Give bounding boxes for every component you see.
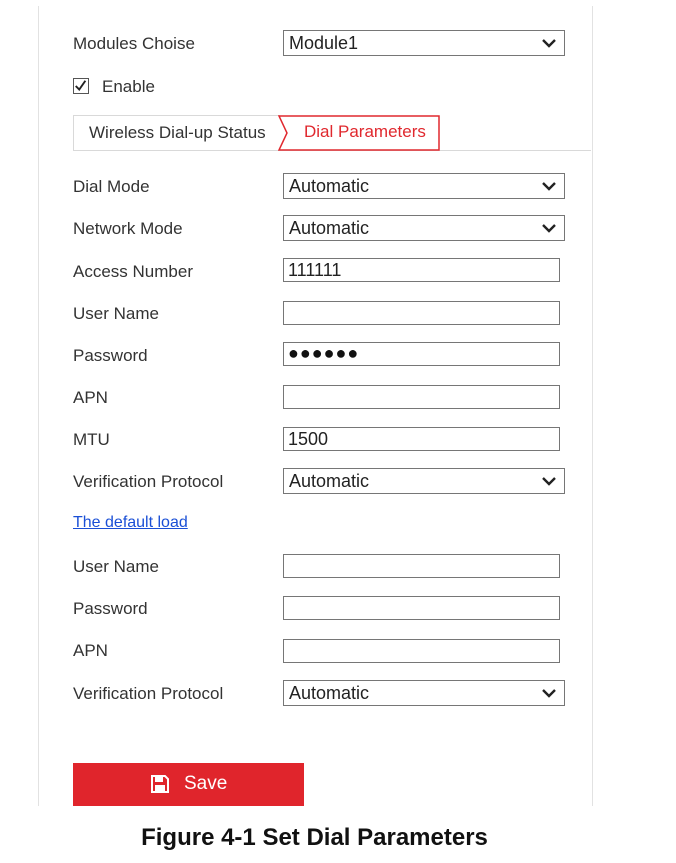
checkmark-icon	[75, 80, 87, 91]
default-password-input[interactable]	[283, 596, 560, 620]
tab-dial-parameters-label: Dial Parameters	[304, 122, 426, 141]
chevron-down-icon	[542, 477, 556, 486]
figure-caption: Figure 4-1 Set Dial Parameters	[141, 824, 488, 851]
default-load-link[interactable]: The default load	[73, 514, 188, 532]
default-apn-label: APN	[73, 641, 108, 660]
mtu-value: 1500	[288, 429, 329, 449]
dial-mode-label: Dial Mode	[73, 177, 150, 196]
dial-mode-value: Automatic	[289, 176, 370, 196]
password-label: Password	[73, 346, 148, 365]
chevron-down-icon	[542, 689, 556, 698]
network-mode-label: Network Mode	[73, 219, 183, 238]
access-number-input[interactable]: 111111	[283, 258, 560, 282]
mtu-input[interactable]: 1500	[283, 427, 560, 451]
mtu-label: MTU	[73, 430, 110, 449]
default-apn-input[interactable]	[283, 639, 560, 663]
verification-protocol-label: Verification Protocol	[73, 472, 224, 491]
user-name-input[interactable]	[283, 301, 560, 325]
tab-wireless-dial-up-status-label: Wireless Dial-up Status	[89, 123, 266, 142]
default-verification-protocol-label: Verification Protocol	[73, 684, 224, 703]
enable-label: Enable	[102, 77, 155, 96]
network-mode-select[interactable]: Automatic	[283, 215, 565, 241]
access-number-value: 111111	[288, 260, 342, 280]
password-input[interactable]: ●●●●●●	[283, 342, 560, 366]
user-name-label: User Name	[73, 304, 159, 323]
verification-protocol-value: Automatic	[289, 471, 370, 491]
enable-checkbox[interactable]	[73, 78, 89, 94]
network-mode-value: Automatic	[289, 218, 370, 238]
tab-wireless-dial-up-status[interactable]: Wireless Dial-up Status	[73, 115, 280, 151]
apn-input[interactable]	[283, 385, 560, 409]
access-number-label: Access Number	[73, 262, 193, 281]
password-value: ●●●●●●	[288, 343, 360, 363]
modules-choise-value: Module1	[289, 33, 359, 53]
default-password-label: Password	[73, 599, 148, 618]
verification-protocol-select[interactable]: Automatic	[283, 468, 565, 494]
save-button[interactable]: Save	[73, 763, 304, 806]
modules-choise-select[interactable]: Module1	[283, 30, 565, 56]
dial-mode-select[interactable]: Automatic	[283, 173, 565, 199]
default-verification-protocol-select[interactable]: Automatic	[283, 680, 565, 706]
tab-dial-parameters[interactable]: Dial Parameters	[278, 115, 440, 151]
apn-label: APN	[73, 388, 108, 407]
save-icon	[151, 775, 169, 793]
chevron-down-icon	[542, 224, 556, 233]
default-user-name-input[interactable]	[283, 554, 560, 578]
default-verification-protocol-value: Automatic	[289, 683, 370, 703]
default-user-name-label: User Name	[73, 557, 159, 576]
chevron-down-icon	[542, 182, 556, 191]
modules-choise-label: Modules Choise	[73, 34, 195, 53]
chevron-down-icon	[542, 39, 556, 48]
save-button-label: Save	[184, 773, 228, 794]
